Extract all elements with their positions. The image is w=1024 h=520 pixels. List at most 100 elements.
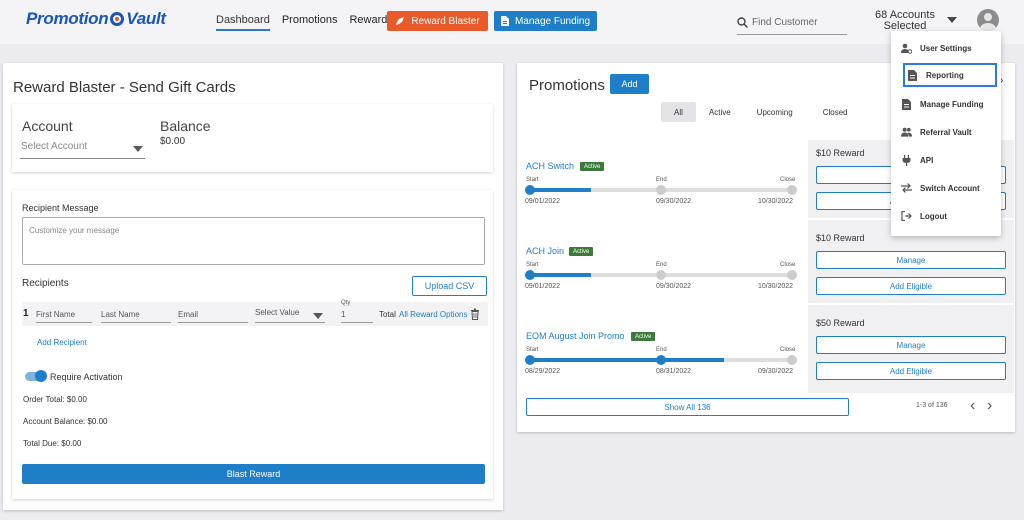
account-select[interactable]: Select Account: [20, 141, 145, 159]
menu-api[interactable]: API: [901, 148, 995, 172]
promotions-title: Promotions: [529, 77, 605, 94]
report-icon: [907, 69, 918, 81]
manage-button[interactable]: Manage: [816, 251, 1006, 269]
promotion-name[interactable]: ACH Switch: [526, 161, 574, 171]
filter-upcoming[interactable]: Upcoming: [744, 102, 806, 122]
reward-block: $50 Reward Manage Add Eligible: [808, 310, 1014, 390]
timeline-start-dot: [525, 270, 535, 280]
last-name-field[interactable]: Last Name: [101, 306, 171, 323]
manage-button[interactable]: Manage: [816, 336, 1006, 354]
promotion-name[interactable]: EOM August Join Promo: [526, 331, 625, 341]
filter-all[interactable]: All: [661, 102, 696, 122]
logo[interactable]: Promotion Vault: [26, 9, 166, 29]
logo-vault-icon: [110, 12, 125, 26]
balance-label: Balance: [160, 118, 211, 134]
nav-promotions[interactable]: Promotions: [282, 14, 338, 31]
users-icon: [901, 127, 912, 138]
account-balance: Account Balance: $0.00: [23, 417, 108, 426]
pager-text: 1-3 of 136: [916, 402, 948, 409]
recipients-label: Recipients: [22, 278, 69, 289]
close-label: Close: [780, 347, 796, 353]
end-label: End: [656, 347, 667, 353]
upload-csv-button[interactable]: Upload CSV: [412, 276, 487, 296]
select-value-label: Select Value: [255, 308, 300, 317]
order-total: Order Total: $0.00: [23, 395, 87, 404]
menu-reporting[interactable]: Reporting: [903, 63, 997, 87]
reward-blaster-panel: Reward Blaster - Send Gift Cards Account…: [3, 63, 503, 510]
status-badge: Active: [580, 162, 605, 171]
recipient-message-label: Recipient Message: [22, 203, 99, 213]
swap-icon: [901, 183, 912, 194]
nav-dashboard[interactable]: Dashboard: [216, 14, 270, 31]
filter-active[interactable]: Active: [696, 102, 744, 122]
promotion-item: EOM August Join Promo Active Start End C…: [525, 331, 807, 391]
show-all-button[interactable]: Show All 136: [526, 398, 849, 416]
promotion-item: ACH Switch Active Start End Close 09/01/…: [525, 161, 807, 221]
top-bar: Promotion Vault Dashboard Promotions Rew…: [0, 0, 1024, 44]
panel-title: Reward Blaster - Send Gift Cards: [13, 79, 236, 96]
timeline-end-dot: [656, 270, 666, 280]
recipient-form: Recipient Message Customize your message…: [12, 190, 493, 499]
status-badge: Active: [631, 332, 656, 341]
first-name-field[interactable]: First Name: [36, 306, 92, 323]
next-page-icon[interactable]: ›: [987, 398, 992, 414]
menu-referral-vault[interactable]: Referral Vault: [901, 120, 995, 144]
require-activation-toggle[interactable]: [25, 370, 47, 382]
trash-icon[interactable]: [470, 308, 480, 320]
accounts-selector[interactable]: 68 Accounts Selected: [855, 10, 955, 32]
promotion-item: ACH Join Active Start End Close 09/01/20…: [525, 246, 807, 306]
close-date: 10/30/2022: [758, 198, 794, 205]
timeline-progress: [530, 273, 591, 277]
start-label: Start: [526, 262, 539, 268]
recipient-message-field[interactable]: Customize your message: [22, 217, 485, 265]
email-field[interactable]: Email: [178, 306, 248, 323]
end-date: 09/30/2022: [656, 198, 692, 205]
prev-page-icon[interactable]: ‹: [970, 398, 975, 414]
logo-text-right: Vault: [126, 9, 166, 28]
find-customer-placeholder: Find Customer: [752, 17, 818, 28]
end-label: End: [656, 262, 667, 268]
timeline-start-dot: [525, 185, 535, 195]
start-date: 09/01/2022: [525, 283, 561, 290]
filter-closed[interactable]: Closed: [806, 102, 861, 122]
promotion-name[interactable]: ACH Join: [526, 246, 564, 256]
timeline-close-dot: [787, 355, 797, 365]
rocket-icon: [396, 17, 405, 25]
timeline-close-dot: [787, 270, 797, 280]
qty-field[interactable]: 1: [341, 306, 373, 323]
reward-blaster-button[interactable]: Reward Blaster: [387, 11, 488, 31]
end-date: 08/31/2022: [656, 368, 692, 375]
status-badge: Active: [569, 247, 594, 256]
manage-funding-button[interactable]: Manage Funding: [494, 11, 597, 31]
add-recipient-link[interactable]: Add Recipient: [37, 338, 87, 347]
manage-funding-label: Manage Funding: [514, 15, 591, 27]
find-customer-input[interactable]: Find Customer: [737, 11, 847, 35]
close-label: Close: [780, 177, 796, 183]
menu-user-settings[interactable]: User Settings: [901, 36, 995, 60]
timeline-end-dot: [656, 185, 666, 195]
document-icon: [500, 16, 509, 26]
account-select-placeholder: Select Account: [21, 141, 88, 152]
logout-icon: [901, 211, 912, 222]
select-value-dropdown[interactable]: Select Value: [255, 306, 325, 323]
menu-manage-funding[interactable]: Manage Funding: [901, 92, 995, 116]
logo-text-left: Promotion: [26, 9, 109, 28]
reward-blaster-label: Reward Blaster: [411, 15, 480, 27]
caret-down-icon: [313, 313, 323, 319]
all-reward-options-link[interactable]: All Reward Options: [399, 310, 467, 319]
promotion-filters: All Active Upcoming Closed: [661, 102, 861, 122]
add-promotion-button[interactable]: Add: [610, 74, 649, 94]
menu-switch-account[interactable]: Switch Account: [901, 176, 995, 200]
chevron-down-icon[interactable]: [947, 17, 957, 23]
menu-label: User Settings: [920, 43, 972, 53]
menu-label: Logout: [920, 211, 948, 221]
menu-logout[interactable]: Logout: [901, 204, 995, 228]
avatar[interactable]: [977, 9, 999, 31]
end-date: 09/30/2022: [656, 283, 692, 290]
add-eligible-button[interactable]: Add Eligible: [816, 362, 1006, 380]
add-eligible-button[interactable]: Add Eligible: [816, 277, 1006, 295]
blast-reward-button[interactable]: Blast Reward: [22, 464, 485, 484]
user-settings-icon: [901, 43, 912, 54]
menu-label: Switch Account: [920, 183, 980, 193]
timeline-progress: [530, 188, 591, 192]
